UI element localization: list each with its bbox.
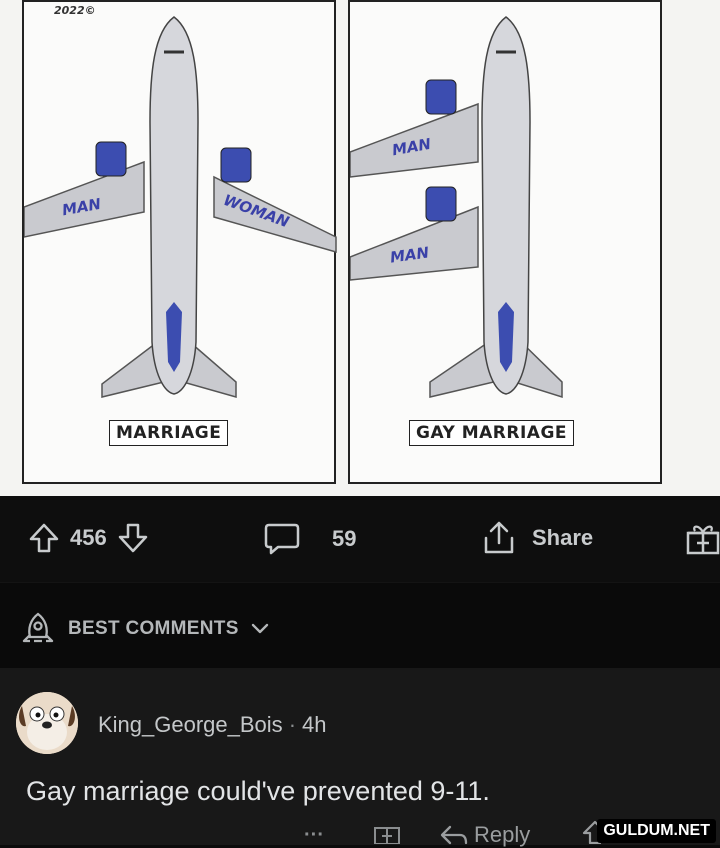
comment-count: 59 bbox=[332, 526, 357, 551]
avatar[interactable] bbox=[16, 692, 78, 754]
share-label: Share bbox=[532, 525, 594, 550]
comment-author-line: King_George_Bois · 4h bbox=[98, 712, 327, 738]
sort-dropdown[interactable]: BEST COMMENTS bbox=[20, 611, 269, 647]
comment-sort-bar: BEST COMMENTS bbox=[0, 582, 720, 669]
gift-icon[interactable] bbox=[684, 522, 720, 556]
watermark: GULDUM.NET bbox=[597, 819, 716, 843]
post-action-bar: 456 59 Share bbox=[0, 496, 720, 582]
more-options-button[interactable]: ··· bbox=[304, 824, 324, 847]
rocket-icon bbox=[20, 611, 56, 647]
gift-icon[interactable] bbox=[372, 820, 402, 844]
share-button[interactable]: Share bbox=[482, 520, 593, 556]
meta-separator: · bbox=[288, 712, 297, 737]
post-image[interactable]: 2022© MAN WOMAN MARRIAGE MAN MAN GAY MAR… bbox=[0, 0, 720, 496]
share-icon bbox=[482, 520, 516, 556]
comment: King_George_Bois · 4h Gay marriage could'v… bbox=[0, 668, 720, 848]
comic-panel-gay-marriage: MAN MAN GAY MARRIAGE bbox=[348, 0, 662, 484]
comment-author[interactable]: King_George_Bois bbox=[98, 712, 283, 737]
vote-group: 456 bbox=[28, 522, 149, 554]
arrow-down-icon[interactable] bbox=[117, 522, 149, 554]
reply-arrow-icon bbox=[440, 825, 468, 847]
comments-button[interactable]: 59 bbox=[264, 522, 356, 556]
sort-label: BEST COMMENTS bbox=[68, 618, 239, 639]
arrow-up-icon[interactable] bbox=[28, 522, 60, 554]
reply-label: Reply bbox=[474, 822, 531, 847]
comic-panel-marriage: 2022© MAN WOMAN MARRIAGE bbox=[22, 0, 337, 484]
speech-bubble-icon bbox=[264, 522, 300, 556]
comment-age: 4h bbox=[302, 712, 327, 737]
caption-marriage: MARRIAGE bbox=[109, 420, 229, 446]
vote-score: 456 bbox=[70, 525, 107, 550]
comment-body: Gay marriage could've prevented 9-11. bbox=[26, 776, 490, 806]
chevron-down-icon bbox=[251, 623, 269, 635]
caption-gay-marriage: GAY MARRIAGE bbox=[409, 420, 575, 446]
airplane-illustration bbox=[350, 16, 563, 399]
reply-button[interactable]: Reply bbox=[440, 822, 530, 848]
